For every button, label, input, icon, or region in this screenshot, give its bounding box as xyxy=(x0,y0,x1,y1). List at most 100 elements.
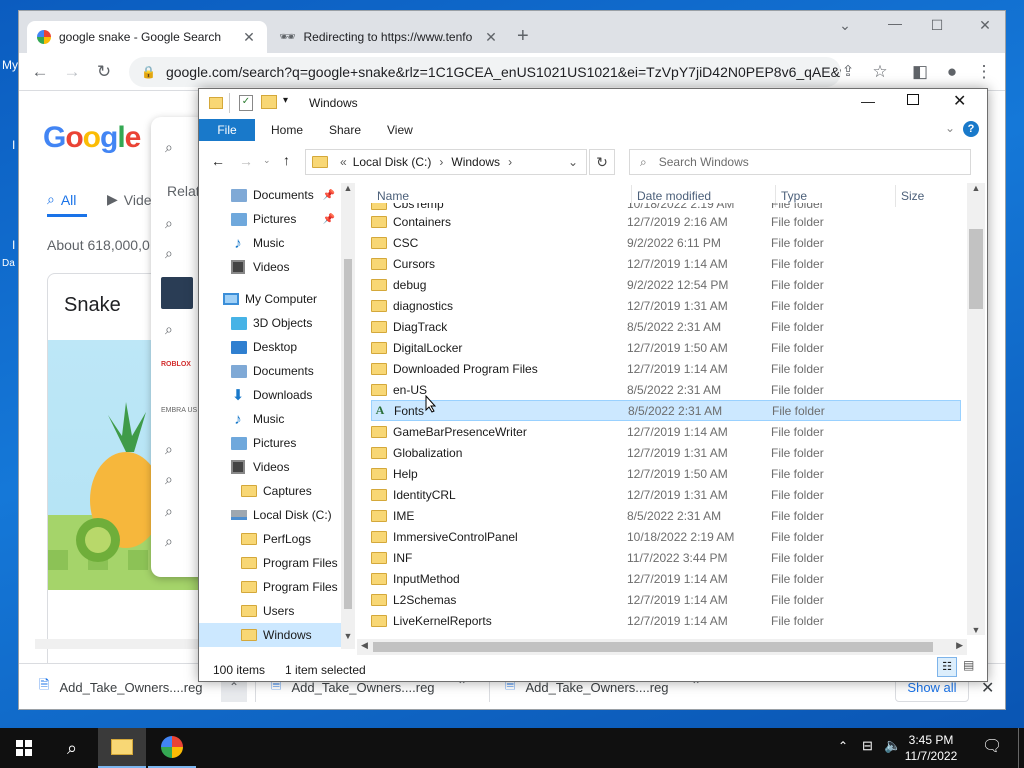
table-row[interactable]: A Fonts 8/5/2022 2:31 AM File folder xyxy=(371,400,961,421)
nav-item-program-files[interactable]: Program Files xyxy=(199,551,341,575)
nav-item-program-files-x86[interactable]: Program Files ( xyxy=(199,575,345,599)
breadcrumb-overflow[interactable]: « xyxy=(340,155,347,169)
expand-ribbon-chevron-icon[interactable]: ⌄ xyxy=(945,121,955,135)
nav-item-music[interactable]: ♪ Music xyxy=(199,407,341,431)
show-hidden-icons-chevron-icon[interactable]: ⌃ xyxy=(838,739,848,753)
new-tab-button[interactable]: + xyxy=(517,25,529,48)
details-view-icon[interactable]: ☷ xyxy=(937,657,957,677)
search-icon[interactable]: ⌕ xyxy=(165,533,173,550)
table-row[interactable]: Globalization 12/7/2019 1:31 AM File folde… xyxy=(371,442,961,463)
table-row[interactable]: Downloaded Program Files 12/7/2019 1:14 A… xyxy=(371,358,961,379)
address-bar[interactable]: 🔒 google.com/search?q=google+snake&rlz=1… xyxy=(129,57,841,87)
start-button[interactable] xyxy=(0,728,48,768)
file-list-scrollbar[interactable]: ▲ ▼ xyxy=(967,183,985,635)
chrome-menu-icon[interactable]: ⋮ xyxy=(973,61,995,83)
table-row[interactable]: GameBarPresenceWriter 12/7/2019 1:14 AM Fi… xyxy=(371,421,961,442)
scroll-down-icon[interactable]: ▼ xyxy=(967,625,985,635)
minimize-button[interactable]: — xyxy=(879,15,911,31)
search-icon[interactable]: ⌕ xyxy=(165,215,173,232)
search-icon[interactable]: ⌕ xyxy=(165,503,173,520)
table-row[interactable]: INF 11/7/2022 3:44 PM File folder xyxy=(371,547,961,568)
search-icon[interactable]: ⌕ xyxy=(165,245,173,262)
table-row[interactable]: L2Schemas 12/7/2019 1:14 AM File folder xyxy=(371,589,961,610)
customize-toolbar-chevron-icon[interactable]: ▾ xyxy=(283,95,288,106)
forward-icon[interactable]: → xyxy=(239,153,253,169)
large-icons-view-icon[interactable]: ▤ xyxy=(963,658,974,672)
taskbar-chrome[interactable] xyxy=(148,728,196,768)
scroll-up-icon[interactable]: ▲ xyxy=(967,183,985,193)
table-row[interactable]: en-US 8/5/2022 2:31 AM File folder xyxy=(371,379,961,400)
ribbon-tab-view[interactable]: View xyxy=(375,119,425,141)
search-icon[interactable]: ⌕ xyxy=(165,321,173,338)
show-desktop-button[interactable] xyxy=(1018,728,1019,768)
google-logo[interactable]: Google xyxy=(43,121,141,155)
nav-item-windows[interactable]: Windows xyxy=(199,623,341,647)
nav-item-my-computer[interactable]: My Computer xyxy=(199,287,341,311)
close-tab-icon[interactable]: ✕ xyxy=(241,29,257,46)
nav-item-pictures[interactable]: Pictures xyxy=(199,431,341,455)
address-breadcrumb[interactable]: « Local Disk (C:) › Windows › ⌄ xyxy=(305,149,587,175)
system-clock[interactable]: 3:45 PM 11/7/2022 xyxy=(896,732,966,764)
browser-tab-redirecting[interactable]: 🕶 Redirecting to https://www.tenfo ✕ xyxy=(269,21,509,53)
scroll-down-icon[interactable]: ▼ xyxy=(341,631,355,641)
embra-logo[interactable]: EMBRA US xyxy=(161,407,197,414)
nav-item-downloads[interactable]: ⬇ Downloads xyxy=(199,383,341,407)
properties-quick-access-icon[interactable]: ✓ xyxy=(239,95,253,111)
nav-pane-scrollbar[interactable]: ▲ ▼ xyxy=(341,183,355,649)
scroll-left-icon[interactable]: ◀ xyxy=(361,640,368,651)
chevron-right-icon[interactable]: › xyxy=(508,155,512,169)
nav-item-music[interactable]: ♪ Music xyxy=(199,231,341,255)
recent-locations-chevron-icon[interactable]: ⌄ xyxy=(263,155,271,166)
table-row[interactable]: CSC 9/2/2022 6:11 PM File folder xyxy=(371,232,961,253)
search-icon[interactable]: ⌕ xyxy=(165,441,173,458)
download-item[interactable]: 🗎 Add_Take_Owners....reg xyxy=(39,676,203,698)
nav-item-documents[interactable]: Documents xyxy=(199,359,341,383)
scroll-right-icon[interactable]: ▶ xyxy=(956,640,963,651)
search-tab-videos[interactable]: ▶ Vide xyxy=(107,191,152,208)
table-row[interactable]: debug 9/2/2022 12:54 PM File folder xyxy=(371,274,961,295)
file-list-horizontal-scrollbar[interactable]: ◀ ▶ xyxy=(357,639,967,655)
nav-item-desktop[interactable]: Desktop xyxy=(199,335,341,359)
search-windows-field[interactable]: ⌕ Search Windows xyxy=(629,149,971,175)
nav-item-videos[interactable]: Videos xyxy=(199,455,341,479)
browser-tab-google-search[interactable]: google snake - Google Search ✕ xyxy=(27,21,267,53)
profile-avatar-icon[interactable]: ● xyxy=(941,61,963,83)
suggestion-thumbnail[interactable] xyxy=(161,277,193,309)
nav-item-3d-objects[interactable]: 3D Objects xyxy=(199,311,341,335)
share-icon[interactable]: ⇪ xyxy=(837,61,859,83)
nav-item-pictures[interactable]: Pictures 📌 xyxy=(199,207,341,231)
breadcrumb-windows[interactable]: Windows xyxy=(451,155,500,169)
close-window-button[interactable]: ✕ xyxy=(953,91,966,111)
tab-search-icon[interactable]: ⌄ xyxy=(829,17,861,34)
nav-item-perflogs[interactable]: PerfLogs xyxy=(199,527,341,551)
search-tab-all[interactable]: ⌕ All xyxy=(47,191,76,208)
nav-item-local-disk[interactable]: Local Disk (C:) xyxy=(199,503,341,527)
table-row[interactable]: Help 12/7/2019 1:50 AM File folder xyxy=(371,463,961,484)
nav-item-users[interactable]: Users xyxy=(199,599,341,623)
roblox-logo[interactable]: ROBLOX xyxy=(161,361,191,368)
page-horizontal-scrollbar[interactable] xyxy=(35,639,225,649)
table-row[interactable]: IdentityCRL 12/7/2019 1:31 AM File folder xyxy=(371,484,961,505)
ribbon-tab-file[interactable]: File xyxy=(199,119,255,141)
refresh-icon[interactable]: ↻ xyxy=(589,149,615,175)
scroll-thumb[interactable] xyxy=(969,229,983,309)
close-tab-icon[interactable]: ✕ xyxy=(483,29,499,46)
maximize-button[interactable] xyxy=(907,94,919,105)
table-row[interactable]: LiveKernelReports 12/7/2019 1:14 AM File f… xyxy=(371,610,961,631)
table-row[interactable]: ImmersiveControlPanel 10/18/2022 2:19 AM F… xyxy=(371,526,961,547)
ribbon-tab-home[interactable]: Home xyxy=(259,119,315,141)
table-row[interactable]: DiagTrack 8/5/2022 2:31 AM File folder xyxy=(371,316,961,337)
back-icon[interactable]: ← xyxy=(29,61,51,83)
table-row[interactable]: CbsTemp 10/18/2022 2:19 AM File folder xyxy=(371,203,961,211)
table-row[interactable]: DigitalLocker 12/7/2019 1:50 AM File folde… xyxy=(371,337,961,358)
forward-icon[interactable]: → xyxy=(61,61,83,83)
nav-item-documents[interactable]: Documents 📌 xyxy=(199,183,341,207)
nav-item-videos[interactable]: Videos xyxy=(199,255,341,279)
maximize-button[interactable]: ☐ xyxy=(921,17,953,34)
nav-item-captures[interactable]: Captures xyxy=(199,479,341,503)
help-icon[interactable]: ? xyxy=(963,121,979,137)
table-row[interactable]: diagnostics 12/7/2019 1:31 AM File folder xyxy=(371,295,961,316)
scroll-thumb[interactable] xyxy=(344,259,352,609)
bookmark-star-icon[interactable]: ☆ xyxy=(869,61,891,83)
search-icon[interactable]: ⌕ xyxy=(165,471,173,488)
